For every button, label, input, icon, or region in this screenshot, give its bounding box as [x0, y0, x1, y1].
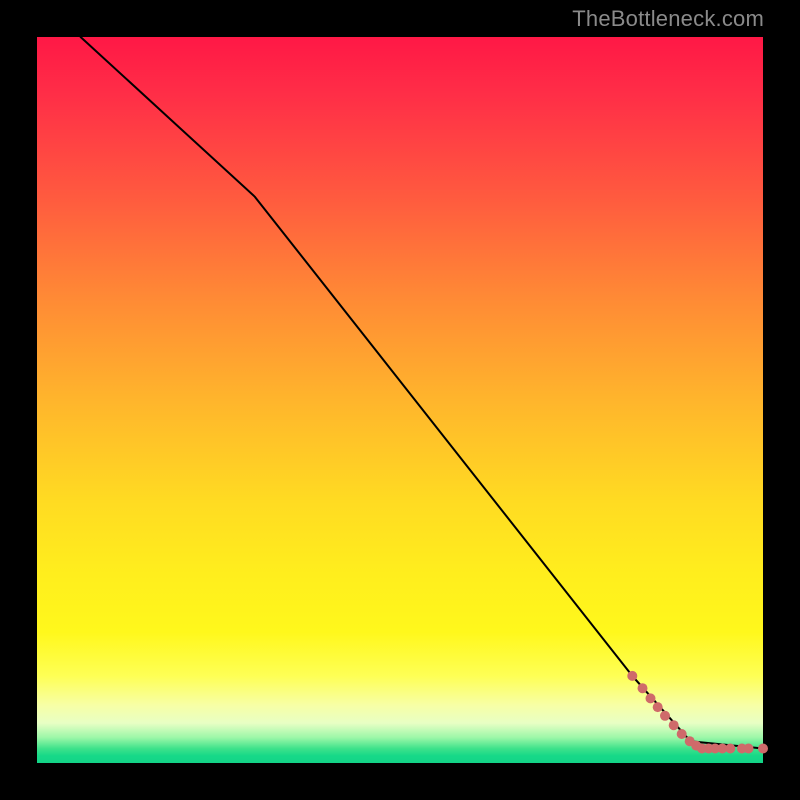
dot	[660, 711, 670, 721]
curve-line	[81, 37, 763, 749]
dot	[653, 702, 663, 712]
dot	[627, 671, 637, 681]
watermark-text: TheBottleneck.com	[572, 6, 764, 32]
dot	[725, 744, 735, 754]
dots-series	[627, 671, 768, 754]
plot-area	[37, 37, 763, 763]
dot	[758, 744, 768, 754]
chart-frame: TheBottleneck.com	[0, 0, 800, 800]
dot	[744, 744, 754, 754]
chart-svg	[37, 37, 763, 763]
curve-series	[81, 37, 763, 749]
dot	[677, 729, 687, 739]
dot	[669, 720, 679, 730]
dot	[646, 693, 656, 703]
dot	[638, 683, 648, 693]
